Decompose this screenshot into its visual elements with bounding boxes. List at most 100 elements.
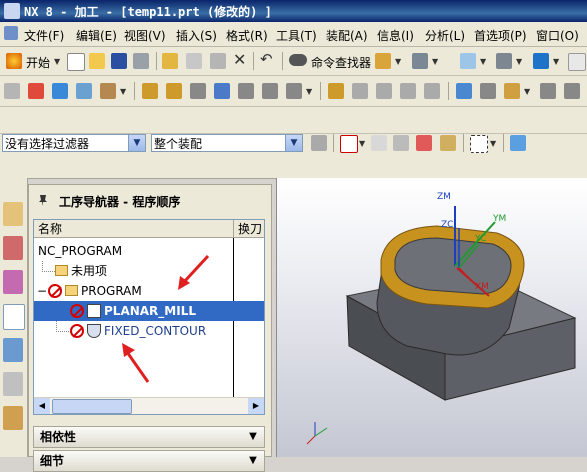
snap-grid-icon[interactable] [460,53,476,69]
open-folder-icon[interactable] [89,53,105,69]
postprocess-icon[interactable] [262,83,278,99]
cut-object-icon[interactable] [352,83,368,99]
start-button[interactable]: 开始 [26,54,50,71]
scroll-right-icon[interactable]: ▶ [248,398,264,414]
constraint-navigator-tab-icon[interactable] [3,236,23,260]
menu-bar: 文件(F) 编辑(E) 视图(V) 插入(S) 格式(R) 工具(T) 装配(A… [0,22,587,47]
cut-icon[interactable] [162,53,178,69]
create-operation-icon[interactable] [100,83,116,99]
properties-icon[interactable] [504,83,520,99]
menu-assembly[interactable]: 装配(A) [326,27,368,44]
selection-filter-combo[interactable]: 没有选择过滤器 ▼ [2,134,146,152]
tree-row-program[interactable]: − PROGRAM [34,281,264,301]
selection-tool-icon[interactable] [412,53,428,69]
pick-point-icon[interactable] [416,135,432,151]
create-method-icon[interactable] [76,83,92,99]
command-finder-button[interactable]: 命令查找器 [311,54,371,71]
menu-file[interactable]: 文件(F) [24,27,64,44]
column-header-name[interactable]: 名称 [34,220,234,238]
feed-rate-icon[interactable] [540,83,556,99]
menu-format[interactable]: 格式(R) [226,27,268,44]
chevron-down-icon[interactable]: ▼ [245,429,261,445]
list-path-icon[interactable] [190,83,206,99]
menu-window[interactable]: 窗口(O) [536,27,579,44]
generate-path-icon[interactable] [142,83,158,99]
paste-icon[interactable] [210,53,226,69]
show-component-icon[interactable] [510,135,526,151]
create-program-icon[interactable] [4,83,20,99]
delete-object-icon[interactable] [424,83,440,99]
select-features-icon[interactable] [311,135,327,151]
edit-object-icon[interactable] [328,83,344,99]
dependencies-panel-header[interactable]: 相依性 ▼ [33,426,265,448]
copy-object-icon[interactable] [376,83,392,99]
chevron-down-icon[interactable]: ▼ [128,135,145,151]
delete-icon[interactable]: ✕ [233,50,246,69]
pin-icon[interactable] [37,194,49,206]
menu-edit[interactable]: 编辑(E) [76,27,117,44]
part-model [306,206,577,445]
operation-navigator-tab-icon[interactable] [3,304,25,330]
tree-row-fixed-contour[interactable]: FIXED_CONTOUR [34,321,264,341]
menu-information[interactable]: 信息(I) [377,27,414,44]
tree-row-unused[interactable]: 未用项 [34,261,264,281]
start-dropdown-icon[interactable]: ▼ [54,57,60,66]
cursor-location-icon[interactable] [440,135,456,151]
selection-bar: 没有选择过滤器 ▼ 整个装配 ▼ ▼ ▼ [0,134,587,154]
dependencies-label: 相依性 [40,430,77,444]
paste-object-icon[interactable] [400,83,416,99]
assembly-navigator-tab-icon[interactable] [3,202,23,226]
machine-navigator-tab-icon[interactable] [3,338,23,362]
collapse-icon[interactable]: − [37,281,47,301]
tree-row-planar-mill[interactable]: PLANAR_MILL [34,301,264,321]
zm-axis-label: ZM [437,192,451,202]
info-object-icon[interactable] [480,83,496,99]
create-tool-icon[interactable] [28,83,44,99]
assembly-scope-combo[interactable]: 整个装配 ▼ [151,134,303,152]
copy-icon[interactable] [186,53,202,69]
scroll-left-icon[interactable]: ◀ [34,398,50,414]
horizontal-scrollbar[interactable]: ◀ ▶ [34,397,264,414]
chevron-down-icon[interactable]: ▼ [285,135,302,151]
details-panel-header[interactable]: 细节 ▼ [33,450,265,472]
menu-tools[interactable]: 工具(T) [276,27,317,44]
scroll-thumb[interactable] [52,399,132,414]
print-icon[interactable] [133,53,149,69]
column-header-tool-change[interactable]: 换刀 [234,220,264,238]
layout-icon[interactable] [568,53,586,71]
verify-path-icon[interactable] [214,83,230,99]
toolbar-spacer [0,154,587,179]
rectangle-select-icon[interactable] [470,135,488,153]
cube-view-icon[interactable] [533,53,549,69]
create-geometry-icon[interactable] [52,83,68,99]
chevron-down-icon[interactable]: ▼ [245,453,261,469]
select-solid-icon[interactable] [393,135,409,151]
graphics-viewport[interactable]: ZM YM ZC YC XC XM [276,178,587,457]
navigator-title: 工序导航器 - 程序顺序 [59,195,181,209]
replay-path-icon[interactable] [166,83,182,99]
undo-selection-icon[interactable] [371,135,387,151]
reuse-library-tab-icon[interactable] [3,372,23,396]
part-navigator-tab-icon[interactable] [3,270,23,294]
no-toolpath-icon [70,304,84,318]
save-icon[interactable] [111,53,127,69]
undo-icon[interactable]: ↶ [260,50,273,68]
menu-insert[interactable]: 插入(S) [176,27,217,44]
render-style-icon[interactable] [496,53,512,69]
history-tab-icon[interactable] [3,406,23,430]
yc-axis-label: YC [475,234,487,244]
new-file-icon[interactable] [67,53,85,71]
standard-toolbar: 开始 ▼ ✕ ↶ 命令查找器 ▼ ▼ ▼ ▼ ▼ [0,47,587,76]
display-object-icon[interactable] [456,83,472,99]
snap-point-icon[interactable] [340,135,358,153]
shop-doc-icon[interactable] [286,83,302,99]
tree-row-nc-program[interactable]: NC_PROGRAM [34,241,264,261]
more-tools-icon[interactable] [564,83,580,99]
xm-axis-label: XM [475,282,489,292]
simulate-machine-icon[interactable] [238,83,254,99]
menu-preferences[interactable]: 首选项(P) [474,27,527,44]
binoculars-icon [289,54,307,66]
settings-icon[interactable] [375,53,391,69]
menu-view[interactable]: 视图(V) [124,27,166,44]
menu-analysis[interactable]: 分析(L) [425,27,465,44]
